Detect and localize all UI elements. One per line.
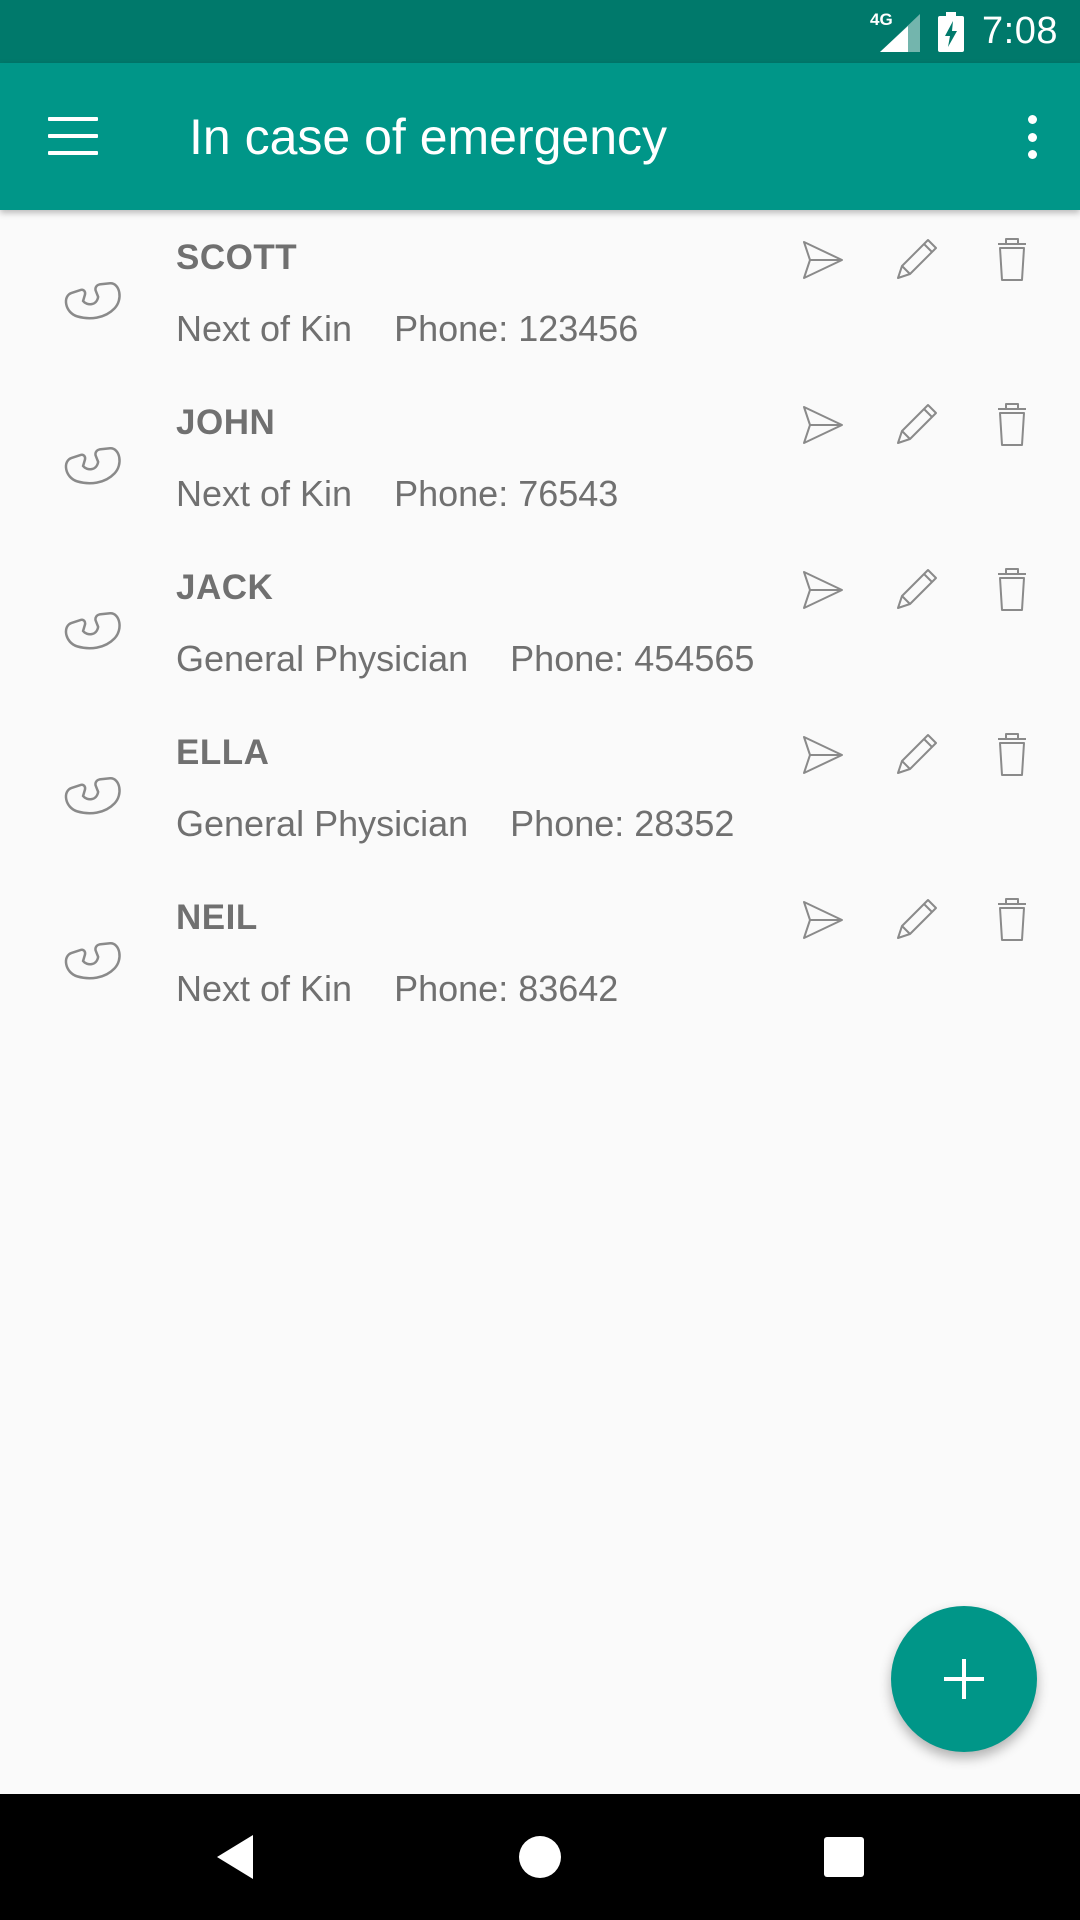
contact-name: JOHN <box>176 403 276 442</box>
signal-indicator: 4G <box>870 10 921 52</box>
battery-charging-icon <box>938 11 965 52</box>
more-vert-icon[interactable] <box>1022 115 1042 159</box>
back-icon <box>217 1835 253 1879</box>
signal-icon <box>880 13 921 52</box>
contact-role: General Physician <box>176 803 469 844</box>
pencil-icon[interactable] <box>888 232 944 288</box>
contact-phone: Phone: 454565 <box>510 638 755 679</box>
contact-row[interactable]: JACK General Physician Phone: 454565 <box>0 540 1080 705</box>
contact-role: General Physician <box>176 638 469 679</box>
contact-row[interactable]: ELLA General Physician Phone: 28352 <box>0 705 1080 870</box>
back-button[interactable] <box>200 1794 270 1920</box>
phone-icon[interactable] <box>46 898 130 982</box>
navigation-bar <box>0 1794 1080 1920</box>
contact-details: Next of Kin Phone: 83642 <box>176 968 618 1010</box>
home-icon <box>519 1836 561 1878</box>
send-icon[interactable] <box>794 562 850 618</box>
contact-row[interactable]: JOHN Next of Kin Phone: 76543 <box>0 375 1080 540</box>
contact-name: NEIL <box>176 898 258 937</box>
trash-icon[interactable] <box>984 892 1040 948</box>
contact-role: Next of Kin <box>176 968 353 1009</box>
contact-phone: Phone: 123456 <box>394 308 639 349</box>
pencil-icon[interactable] <box>888 397 944 453</box>
send-icon[interactable] <box>794 397 850 453</box>
phone-icon[interactable] <box>46 403 130 487</box>
contact-list: SCOTT Next of Kin Phone: 123456 JOHN Next… <box>0 210 1080 1035</box>
contact-phone: Phone: 76543 <box>394 473 619 514</box>
trash-icon[interactable] <box>984 562 1040 618</box>
contact-row[interactable]: NEIL Next of Kin Phone: 83642 <box>0 870 1080 1035</box>
phone-icon[interactable] <box>46 568 130 652</box>
phone-icon[interactable] <box>46 733 130 817</box>
trash-icon[interactable] <box>984 397 1040 453</box>
contact-phone: Phone: 28352 <box>510 803 735 844</box>
contact-details: General Physician Phone: 28352 <box>176 803 734 845</box>
contact-name: SCOTT <box>176 238 298 277</box>
home-button[interactable] <box>505 1794 575 1920</box>
pencil-icon[interactable] <box>888 727 944 783</box>
phone-icon[interactable] <box>46 238 130 322</box>
contact-phone: Phone: 83642 <box>394 968 619 1009</box>
contact-details: Next of Kin Phone: 123456 <box>176 308 638 350</box>
plus-icon <box>944 1659 984 1699</box>
contact-details: Next of Kin Phone: 76543 <box>176 473 618 515</box>
screen: 4G 7:08 In case of emergency SCOTT Next … <box>0 0 1080 1920</box>
hamburger-menu-icon[interactable] <box>48 117 98 155</box>
contact-role: Next of Kin <box>176 473 353 514</box>
contact-row[interactable]: SCOTT Next of Kin Phone: 123456 <box>0 210 1080 375</box>
trash-icon[interactable] <box>984 727 1040 783</box>
send-icon[interactable] <box>794 892 850 948</box>
recents-button[interactable] <box>809 1794 879 1920</box>
send-icon[interactable] <box>794 232 850 288</box>
page-title: In case of emergency <box>189 108 668 165</box>
contact-details: General Physician Phone: 454565 <box>176 638 754 680</box>
pencil-icon[interactable] <box>888 562 944 618</box>
contact-name: ELLA <box>176 733 270 772</box>
status-bar: 4G 7:08 <box>0 0 1080 63</box>
trash-icon[interactable] <box>984 232 1040 288</box>
contact-name: JACK <box>176 568 274 607</box>
contact-role: Next of Kin <box>176 308 353 349</box>
pencil-icon[interactable] <box>888 892 944 948</box>
app-bar: In case of emergency <box>0 63 1080 210</box>
add-contact-button[interactable] <box>891 1606 1037 1752</box>
recents-icon <box>824 1837 864 1877</box>
clock: 7:08 <box>982 10 1058 52</box>
send-icon[interactable] <box>794 727 850 783</box>
